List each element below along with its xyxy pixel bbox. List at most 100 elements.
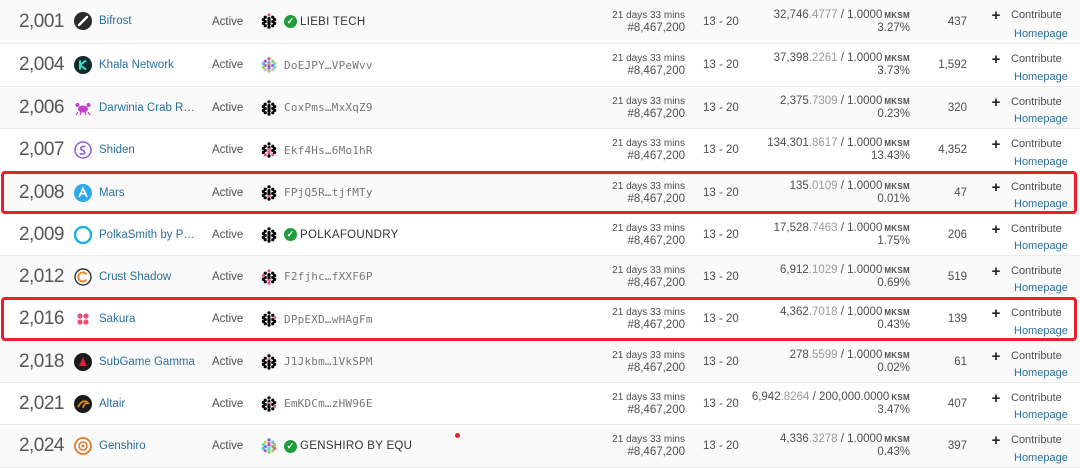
ending-block[interactable]: #8,467,200: [627, 235, 685, 248]
raised-unit: MKSM: [884, 139, 910, 148]
depositor-address[interactable]: DPpEXD…wHAgFm: [284, 298, 373, 340]
identicon-icon[interactable]: [261, 311, 277, 327]
homepage-link[interactable]: Homepage: [1014, 156, 1068, 169]
ending-cell: 21 days 33 mins #8,467,200: [590, 298, 685, 340]
homepage-link[interactable]: Homepage: [1014, 198, 1068, 211]
depositor-address[interactable]: CoxPms…MxXqZ9: [284, 87, 373, 128]
parachain-name-link[interactable]: PolkaSmith by Polk…: [99, 214, 199, 255]
ending-block[interactable]: #8,467,200: [627, 404, 685, 417]
raised-cell: 4,336.3278 / 1.0000 MKSM 0.43%: [700, 425, 910, 467]
contribute-button[interactable]: + Contribute: [990, 306, 1062, 321]
raised-cap: / 1.0000: [837, 8, 883, 21]
raised-integer: 2,375: [780, 94, 809, 107]
raised-decimal: .5599: [808, 348, 838, 361]
contribute-label: Contribute: [1011, 350, 1062, 362]
depositor-address[interactable]: DoEJPY…VPeWvv: [284, 44, 373, 86]
homepage-link[interactable]: Homepage: [1014, 367, 1068, 380]
identicon-icon[interactable]: [261, 13, 277, 29]
homepage-link[interactable]: Homepage: [1014, 113, 1068, 126]
homepage-link[interactable]: Homepage: [1014, 240, 1068, 253]
ending-block[interactable]: #8,467,200: [627, 108, 685, 121]
raised-amount: 37,398.2261 / 1.0000 MKSM: [774, 52, 910, 65]
parachain-name-link[interactable]: Bifrost: [99, 0, 199, 43]
raised-decimal: .0109: [808, 179, 838, 192]
raised-integer: 37,398: [773, 52, 809, 64]
raised-decimal: .7309: [808, 94, 838, 107]
ending-block[interactable]: #8,467,200: [627, 150, 685, 163]
ending-block[interactable]: #8,467,200: [627, 446, 685, 459]
raised-percent: 0.69%: [877, 276, 910, 289]
identicon-icon[interactable]: [261, 227, 277, 243]
raised-unit: MKSM: [884, 350, 910, 360]
ending-block[interactable]: #8,467,200: [627, 193, 685, 206]
depositor-address[interactable]: EmKDCm…zHW96E: [284, 383, 373, 424]
parachain-name-link[interactable]: Khala Network: [99, 44, 199, 86]
contributors-count: 519: [947, 270, 967, 283]
para-id: 2,007: [18, 139, 65, 160]
parachain-name-link[interactable]: Sakura: [99, 298, 199, 340]
contribute-button[interactable]: + Contribute: [990, 222, 1062, 237]
para-id: 2,001: [18, 10, 65, 32]
identicon-icon[interactable]: [261, 269, 277, 285]
homepage-link[interactable]: Homepage: [1014, 325, 1068, 338]
identicon-icon[interactable]: [261, 142, 277, 158]
identicon-icon[interactable]: [261, 438, 277, 454]
parachain-name-link[interactable]: Crust Shadow: [99, 256, 199, 297]
contribute-button[interactable]: + Contribute: [990, 391, 1062, 406]
identicon-icon[interactable]: [261, 354, 277, 370]
contribute-button[interactable]: + Contribute: [990, 264, 1062, 279]
ending-block[interactable]: #8,467,200: [627, 319, 685, 332]
raised-percent: 13.43%: [870, 150, 910, 162]
depositor-address[interactable]: F2fjhc…fXXF6P: [284, 256, 373, 297]
raised-percent: 0.01%: [877, 192, 910, 205]
depositor-address[interactable]: J1Jkbm…1VkSPM: [284, 341, 373, 382]
depositor-address[interactable]: FPjQ5R…tjfMTy: [284, 172, 373, 213]
identicon-icon[interactable]: [261, 396, 277, 412]
plus-icon: +: [991, 348, 1001, 365]
parachain-name-link[interactable]: Altair: [99, 383, 199, 424]
homepage-link[interactable]: Homepage: [1014, 409, 1068, 422]
parachain-name-link[interactable]: Mars: [99, 172, 199, 213]
raised-amount: 135.0109 / 1.0000 MKSM: [790, 180, 910, 193]
homepage-link[interactable]: Homepage: [1014, 28, 1068, 41]
contribute-button[interactable]: + Contribute: [990, 348, 1062, 365]
status-text: Active: [212, 59, 244, 71]
parachain-name-link[interactable]: Darwinia Crab Redi…: [99, 87, 199, 128]
mars-logo: [74, 184, 92, 202]
contribute-button[interactable]: + Contribute: [990, 433, 1062, 448]
contribute-button[interactable]: + Contribute: [990, 180, 1062, 195]
contribute-button[interactable]: + Contribute: [990, 137, 1062, 152]
parachain-name-link[interactable]: Shiden: [99, 129, 199, 171]
ending-cell: 21 days 33 mins #8,467,200: [590, 383, 685, 424]
ending-block[interactable]: #8,467,200: [627, 22, 685, 35]
ending-time: 21 days 33 mins: [612, 53, 685, 64]
depositor-address[interactable]: Ekf4Hs…6Mo1hR: [284, 129, 373, 171]
raised-percent: 0.02%: [877, 361, 910, 374]
ending-block[interactable]: #8,467,200: [627, 65, 685, 78]
identicon-icon[interactable]: [261, 57, 277, 73]
row-actions: + Contribute Homepage: [990, 0, 1075, 43]
row-actions: + Contribute Homepage: [990, 214, 1075, 255]
altair-logo: [74, 395, 92, 413]
ending-time: 21 days 33 mins: [612, 391, 685, 403]
contribute-button[interactable]: + Contribute: [990, 8, 1062, 23]
parachain-name-link[interactable]: SubGame Gamma: [99, 341, 199, 382]
homepage-link[interactable]: Homepage: [1014, 71, 1068, 84]
depositor-name: LIEBI TECH: [300, 15, 366, 28]
contribute-button[interactable]: + Contribute: [990, 52, 1062, 67]
identicon-icon[interactable]: [261, 100, 277, 116]
subgame-logo: [74, 353, 92, 371]
homepage-link[interactable]: Homepage: [1014, 282, 1068, 295]
identicon-icon[interactable]: [261, 185, 277, 201]
ending-time: 21 days 33 mins: [612, 222, 685, 234]
row-actions: + Contribute Homepage: [990, 44, 1075, 86]
table-row: 2,012 Crust Shadow Active F2fjhc…fXXF6P …: [0, 256, 1080, 298]
raised-percent: 0.43%: [877, 319, 910, 331]
contribute-button[interactable]: + Contribute: [990, 95, 1062, 110]
ending-block[interactable]: #8,467,200: [627, 277, 685, 290]
homepage-link[interactable]: Homepage: [1014, 452, 1068, 465]
ending-cell: 21 days 33 mins #8,467,200: [590, 256, 685, 297]
raised-unit: KSM: [891, 392, 910, 402]
ending-block[interactable]: #8,467,200: [627, 362, 685, 375]
parachain-name-link[interactable]: Genshiro: [99, 425, 199, 467]
